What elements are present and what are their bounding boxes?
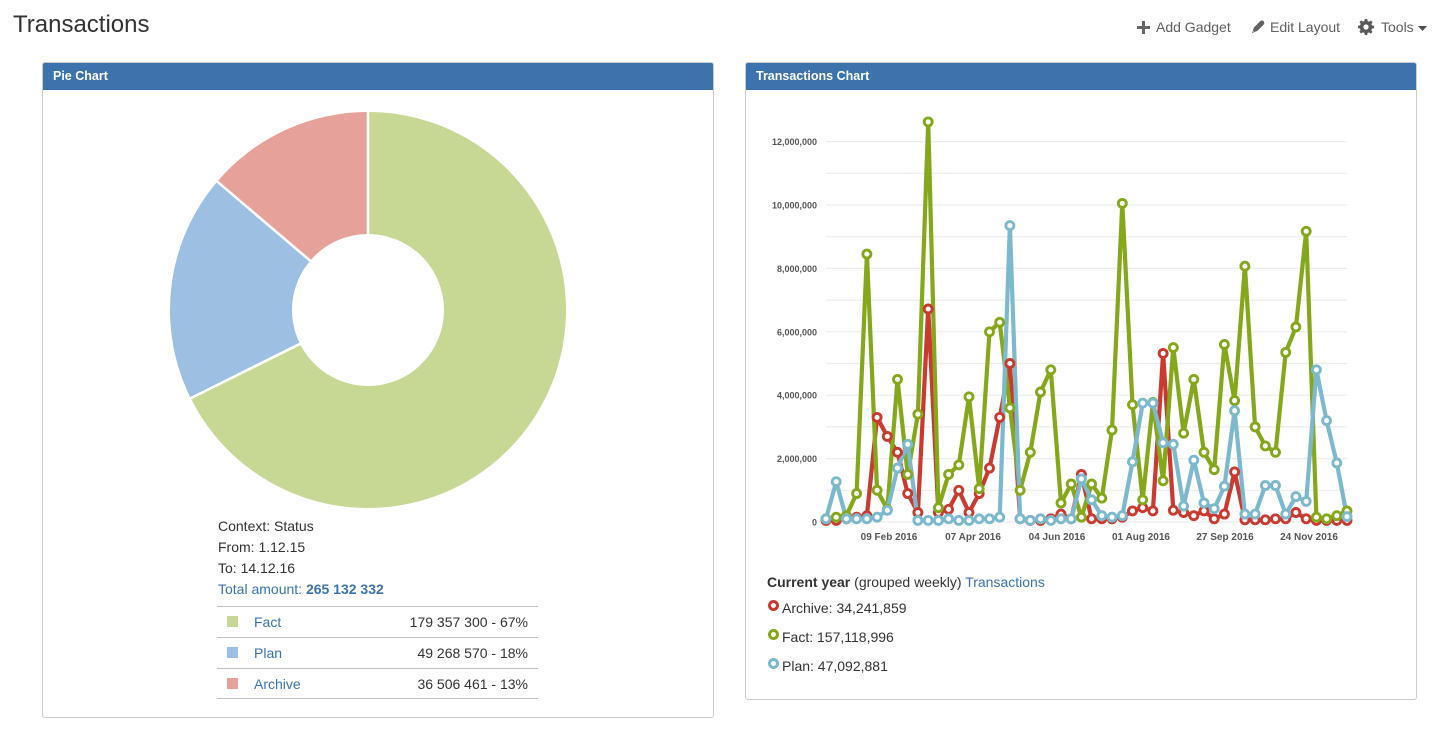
svg-text:07 Apr 2016: 07 Apr 2016: [945, 532, 1001, 543]
svg-text:27 Sep 2016: 27 Sep 2016: [1196, 532, 1254, 543]
svg-text:01 Aug 2016: 01 Aug 2016: [1112, 532, 1170, 543]
svg-text:8,000,000: 8,000,000: [777, 264, 817, 274]
svg-text:09 Feb 2016: 09 Feb 2016: [861, 532, 918, 543]
svg-text:24 Nov 2016: 24 Nov 2016: [1280, 532, 1338, 543]
svg-text:12,000,000: 12,000,000: [772, 137, 817, 147]
svg-text:10,000,000: 10,000,000: [772, 201, 817, 211]
svg-text:0: 0: [812, 518, 817, 528]
svg-text:2,000,000: 2,000,000: [777, 454, 817, 464]
svg-text:04 Jun 2016: 04 Jun 2016: [1029, 532, 1086, 543]
svg-text:6,000,000: 6,000,000: [777, 327, 817, 337]
svg-text:4,000,000: 4,000,000: [777, 391, 817, 401]
